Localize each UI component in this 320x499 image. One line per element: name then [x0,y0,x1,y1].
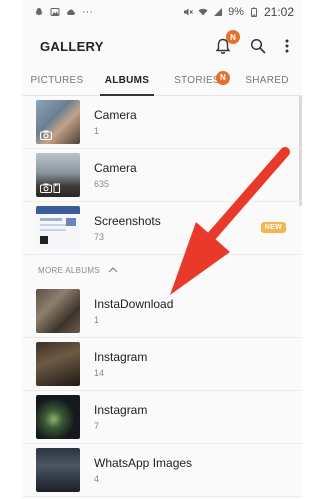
album-count: 14 [94,368,105,378]
status-bar: ··· 9% 21:02 [22,0,302,24]
tab-label: PICTURES [30,75,84,86]
album-count: 1 [94,126,100,136]
new-badge: NEW [260,222,286,233]
album-thumbnail [36,395,80,439]
album-name: InstaDownload [94,297,174,311]
tab-bar: PICTURES ALBUMS STORIES N SHARED [22,68,302,96]
album-row[interactable]: Camera 1 [22,96,302,149]
album-count: 4 [94,474,100,484]
album-name: WhatsApp Images [94,456,193,470]
tab-label: SHARED [245,75,289,86]
album-thumbnail [36,448,80,492]
album-row[interactable]: Instagram 7 [22,391,302,444]
album-count: 73 [94,232,105,242]
clock: 21:02 [263,5,294,19]
tab-stories[interactable]: STORIES N [162,68,232,95]
screenshot-preview [36,206,80,244]
album-name: Instagram [94,350,148,364]
album-row[interactable]: WhatsApp Images 4 [22,444,302,497]
album-name: Instagram [94,403,148,417]
battery-icon [250,7,257,17]
album-row[interactable]: InstaDownload 1 [22,285,302,338]
app-title: GALLERY [40,38,104,54]
album-thumbnail [36,153,80,197]
signal-icon [214,8,223,16]
album-thumbnail [36,100,80,144]
battery-percent: 9% [228,6,244,18]
snapchat-icon [35,8,43,16]
app-bar: GALLERY N [22,24,302,68]
mute-icon [184,8,193,16]
album-thumbnail [36,206,80,250]
notification-badge: N [226,30,240,44]
more-albums-toggle[interactable]: MORE ALBUMS [22,255,302,285]
camera-icon [40,130,52,140]
tab-pictures[interactable]: PICTURES [22,68,92,95]
section-header-label: MORE ALBUMS [38,265,100,275]
album-count: 1 [94,315,100,325]
tab-label: ALBUMS [104,75,150,86]
album-count: 635 [94,179,110,189]
chevron-up-icon [108,267,118,273]
tab-shared[interactable]: SHARED [232,68,302,95]
album-thumbnail [36,289,80,333]
search-icon[interactable] [250,38,266,54]
album-row[interactable]: Instagram 14 [22,338,302,391]
cloud-icon [67,9,75,15]
camera-sdcard-icon [40,183,60,193]
album-name: Screenshots [94,214,161,228]
tab-label: STORIES [174,75,220,86]
album-row[interactable]: Camera 635 [22,149,302,202]
stories-badge: N [216,71,230,85]
more-options-icon[interactable] [284,38,290,54]
album-thumbnail [36,342,80,386]
album-count: 7 [94,421,100,431]
gallery-notification-icon [50,8,60,16]
album-row[interactable]: Screenshots 73 NEW [22,202,302,255]
album-name: Camera [94,108,137,122]
tab-albums[interactable]: ALBUMS [92,68,162,96]
notifications-button[interactable]: N [214,30,240,55]
more-notifications-icon: ··· [82,6,93,18]
gallery-screen: ··· 9% 21:02 GALLERY N PICTURES ALBUMS S… [22,0,302,499]
album-name: Camera [94,161,137,175]
album-list: Camera 1 Camera 635 Screenshots 73 NEW M… [22,96,302,497]
wifi-icon [198,8,208,16]
